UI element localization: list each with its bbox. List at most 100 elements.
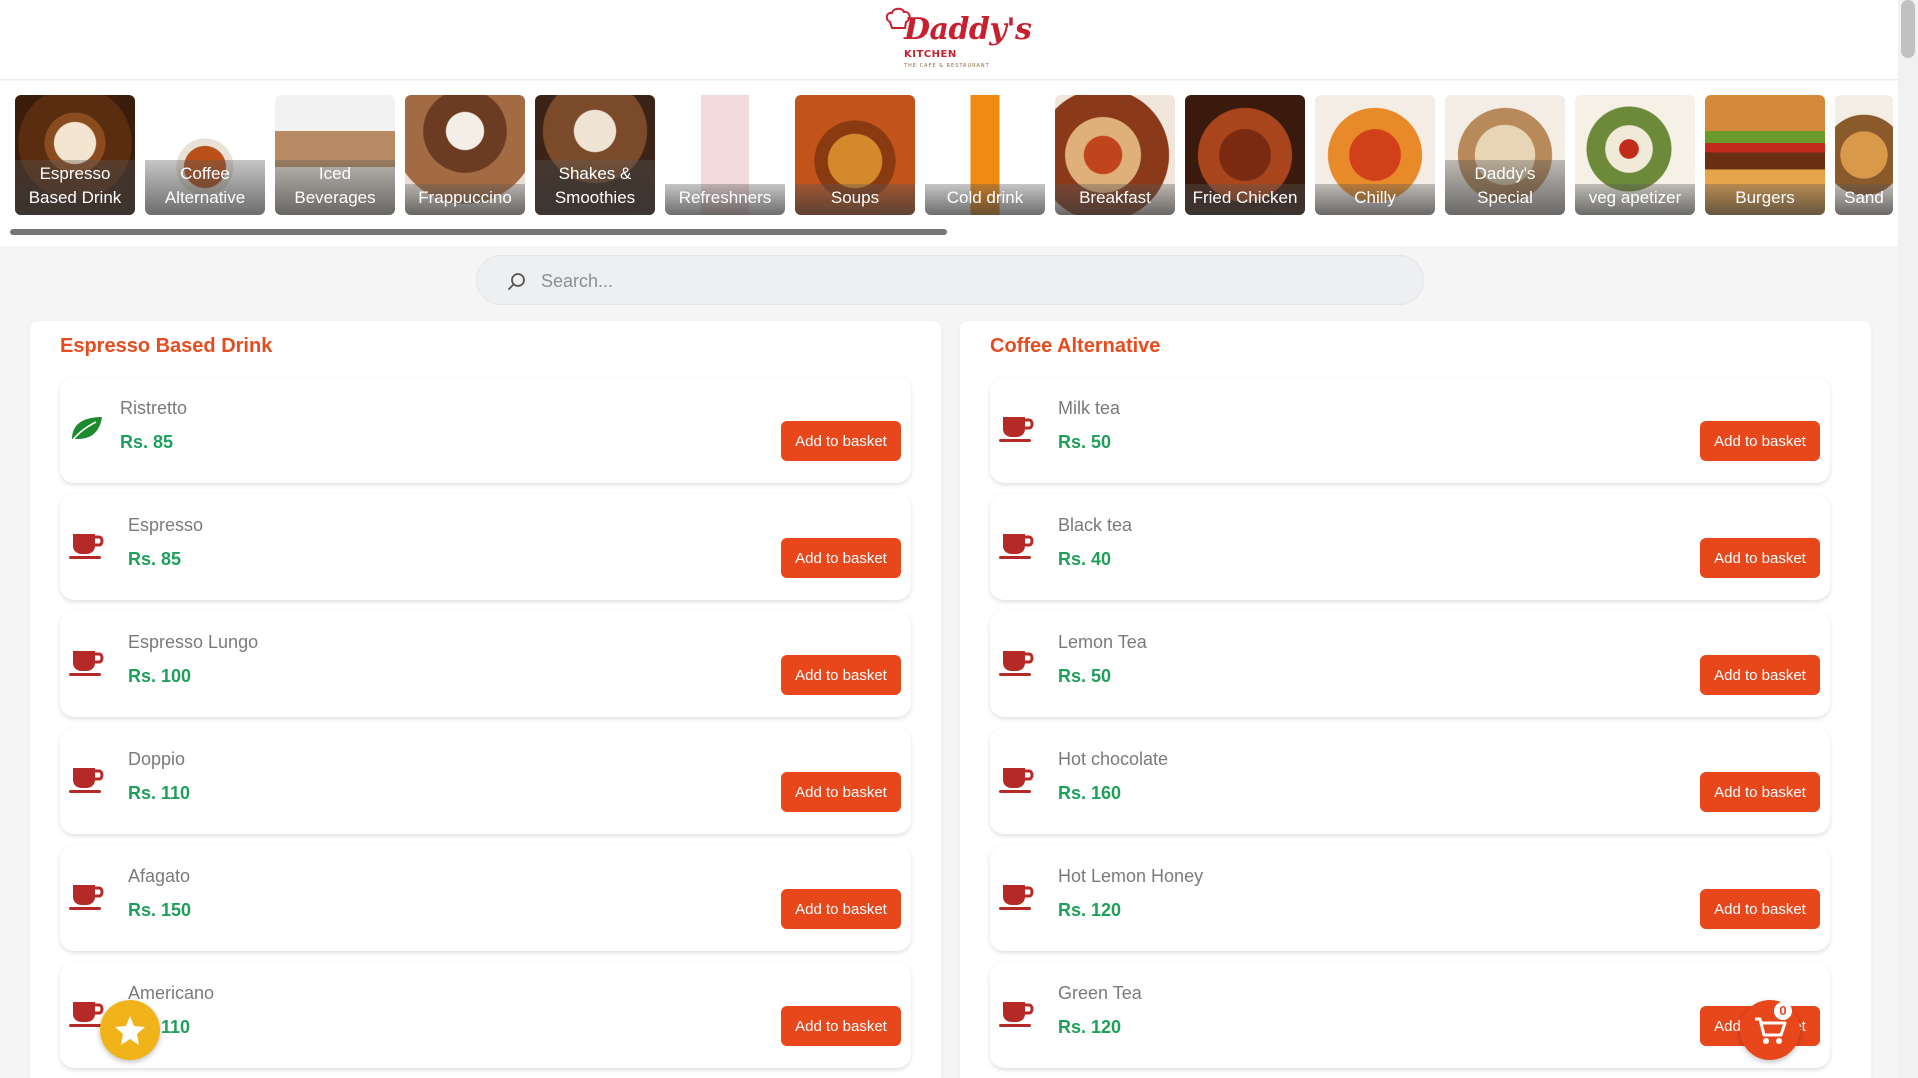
add-to-basket-button[interactable]: Add to basket [1700,889,1820,929]
item-name: Doppio [128,749,186,769]
category-coffee-alternative[interactable]: Coffee Alternative [145,95,265,215]
coffee-cup-icon [998,996,1036,1030]
item-name: Green Tea [1058,983,1142,1003]
add-to-basket-button[interactable]: Add to basket [781,421,901,461]
category-strip: Espresso Based Drink Coffee Alternative Ic… [0,81,1898,246]
vertical-scrollbar[interactable] [1898,0,1918,1078]
brand-name: Daddy's [904,12,1032,47]
item-price: Rs. 85 [128,549,182,569]
menu-item: Doppio Rs. 110 Add to basket [60,728,911,834]
category-label: Daddy's Special [1445,160,1565,215]
category-label: Iced Beverages [275,160,395,215]
section-title: Espresso Based Drink [60,335,273,357]
add-to-basket-button[interactable]: Add to basket [1700,421,1820,461]
item-name: Lemon Tea [1058,632,1147,652]
vertical-scrollbar-thumb[interactable] [1901,0,1915,58]
item-price: Rs. 100 [128,666,192,686]
coffee-cup-icon [998,411,1036,445]
category-label: Espresso Based Drink [15,160,135,215]
menu-item: Ristretto Rs. 85 Add to basket [60,377,911,483]
coffee-cup-icon [998,762,1036,796]
favorites-button[interactable] [100,1000,160,1060]
search-icon [508,273,525,290]
coffee-cup-icon [68,645,106,679]
category-label: Cold drink [925,184,1045,215]
item-price: Rs. 50 [1058,666,1112,686]
item-price: Rs. 120 [1058,1017,1122,1037]
category-scrollbar-thumb[interactable] [10,229,947,235]
page: Daddy's KITCHEN THE CAFE & RESTAURANT Es… [0,0,1918,1078]
item-name: Espresso [128,515,204,535]
category-label: veg apetizer [1575,184,1695,215]
item-name: Afagato [128,866,191,886]
category-label: Coffee Alternative [145,160,265,215]
menu-item: Espresso Rs. 85 Add to basket [60,494,911,600]
menu-item: Lemon Tea Rs. 50 Add to basket [990,611,1830,717]
menu-item: AmericanoRs. 110Add to basket [60,962,911,1068]
category-burgers[interactable]: Burgers [1705,95,1825,215]
brand-sub: KITCHEN [904,49,957,60]
search-input[interactable] [541,266,1401,296]
item-name: Milk tea [1058,398,1121,418]
category-chilly[interactable]: Chilly [1315,95,1435,215]
coffee-cup-icon [998,645,1036,679]
category-list: Espresso Based Drink Coffee Alternative Ic… [15,95,1893,215]
category-espresso-based-drink[interactable]: Espresso Based Drink [15,95,135,215]
category-sand[interactable]: Sand [1835,95,1893,215]
category-fried-chicken[interactable]: Fried Chicken [1185,95,1305,215]
item-price: Rs. 110 [128,783,191,803]
coffee-cup-icon [68,879,106,913]
brand-logo[interactable]: Daddy's KITCHEN THE CAFE & RESTAURANT [874,2,1032,76]
leaf-icon [68,411,106,445]
item-price: Rs. 40 [1058,549,1112,569]
category-veg-apetizer[interactable]: veg apetizer [1575,95,1695,215]
add-to-basket-button[interactable]: Add to basket [781,772,901,812]
add-to-basket-button[interactable]: Add to basket [1700,772,1820,812]
coffee-cup-icon [68,528,106,562]
category-refreshners[interactable]: Refreshners [665,95,785,215]
category-frappuccino[interactable]: Frappuccino [405,95,525,215]
add-to-basket-button[interactable]: Add to basket [781,538,901,578]
category-shakes-smoothies[interactable]: Shakes & Smoothies [535,95,655,215]
category-daddy-s-special[interactable]: Daddy's Special [1445,95,1565,215]
site-header: Daddy's KITCHEN THE CAFE & RESTAURANT [0,0,1898,80]
cart-button[interactable]: 0 [1740,1000,1800,1060]
item-name: Ristretto [120,398,188,418]
category-label: Chilly [1315,184,1435,215]
item-name: Hot chocolate [1058,749,1169,769]
add-to-basket-button[interactable]: Add to basket [781,655,901,695]
item-name: Hot Lemon Honey [1058,866,1204,886]
coffee-cup-icon [998,528,1036,562]
add-to-basket-button[interactable]: Add to basket [1700,655,1820,695]
section-title: Coffee Alternative [990,335,1161,357]
menu-section-coffee-alternative: Coffee Alternative Milk tea Rs. 50 Add to … [960,321,1871,1078]
category-breakfast[interactable]: Breakfast [1055,95,1175,215]
item-price: Rs. 85 [120,432,174,452]
category-label: Shakes & Smoothies [535,160,655,215]
add-to-basket-button[interactable]: Add to basket [1700,538,1820,578]
menu-item: Milk tea Rs. 50 Add to basket [990,377,1830,483]
menu-item: Green TeaRs. 120Add to basket [990,962,1830,1068]
add-to-basket-button[interactable]: Add to basket [781,1006,901,1046]
item-price: Rs. 120 [1058,900,1122,920]
category-iced-beverages[interactable]: Iced Beverages [275,95,395,215]
item-name: Black tea [1058,515,1133,535]
category-label: Sand [1835,184,1893,215]
category-label: Refreshners [665,184,785,215]
coffee-cup-icon [68,762,106,796]
category-label: Soups [795,184,915,215]
brand-tagline: THE CAFE & RESTAURANT [904,63,990,69]
category-cold-drink[interactable]: Cold drink [925,95,1045,215]
menu-item: Afagato Rs. 150 Add to basket [60,845,911,951]
item-name: Espresso Lungo [128,632,259,652]
category-label: Frappuccino [405,184,525,215]
item-price: Rs. 160 [1058,783,1122,803]
cart-count-badge: 0 [1774,1002,1792,1020]
menu-section-espresso: Espresso Based Drink Ristretto Rs. 85 Add … [30,321,941,1078]
item-price: Rs. 150 [128,900,192,920]
category-scrollbar[interactable] [10,229,1885,235]
search-bar [476,255,1424,305]
add-to-basket-button[interactable]: Add to basket [781,889,901,929]
category-label: Fried Chicken [1185,184,1305,215]
category-soups[interactable]: Soups [795,95,915,215]
